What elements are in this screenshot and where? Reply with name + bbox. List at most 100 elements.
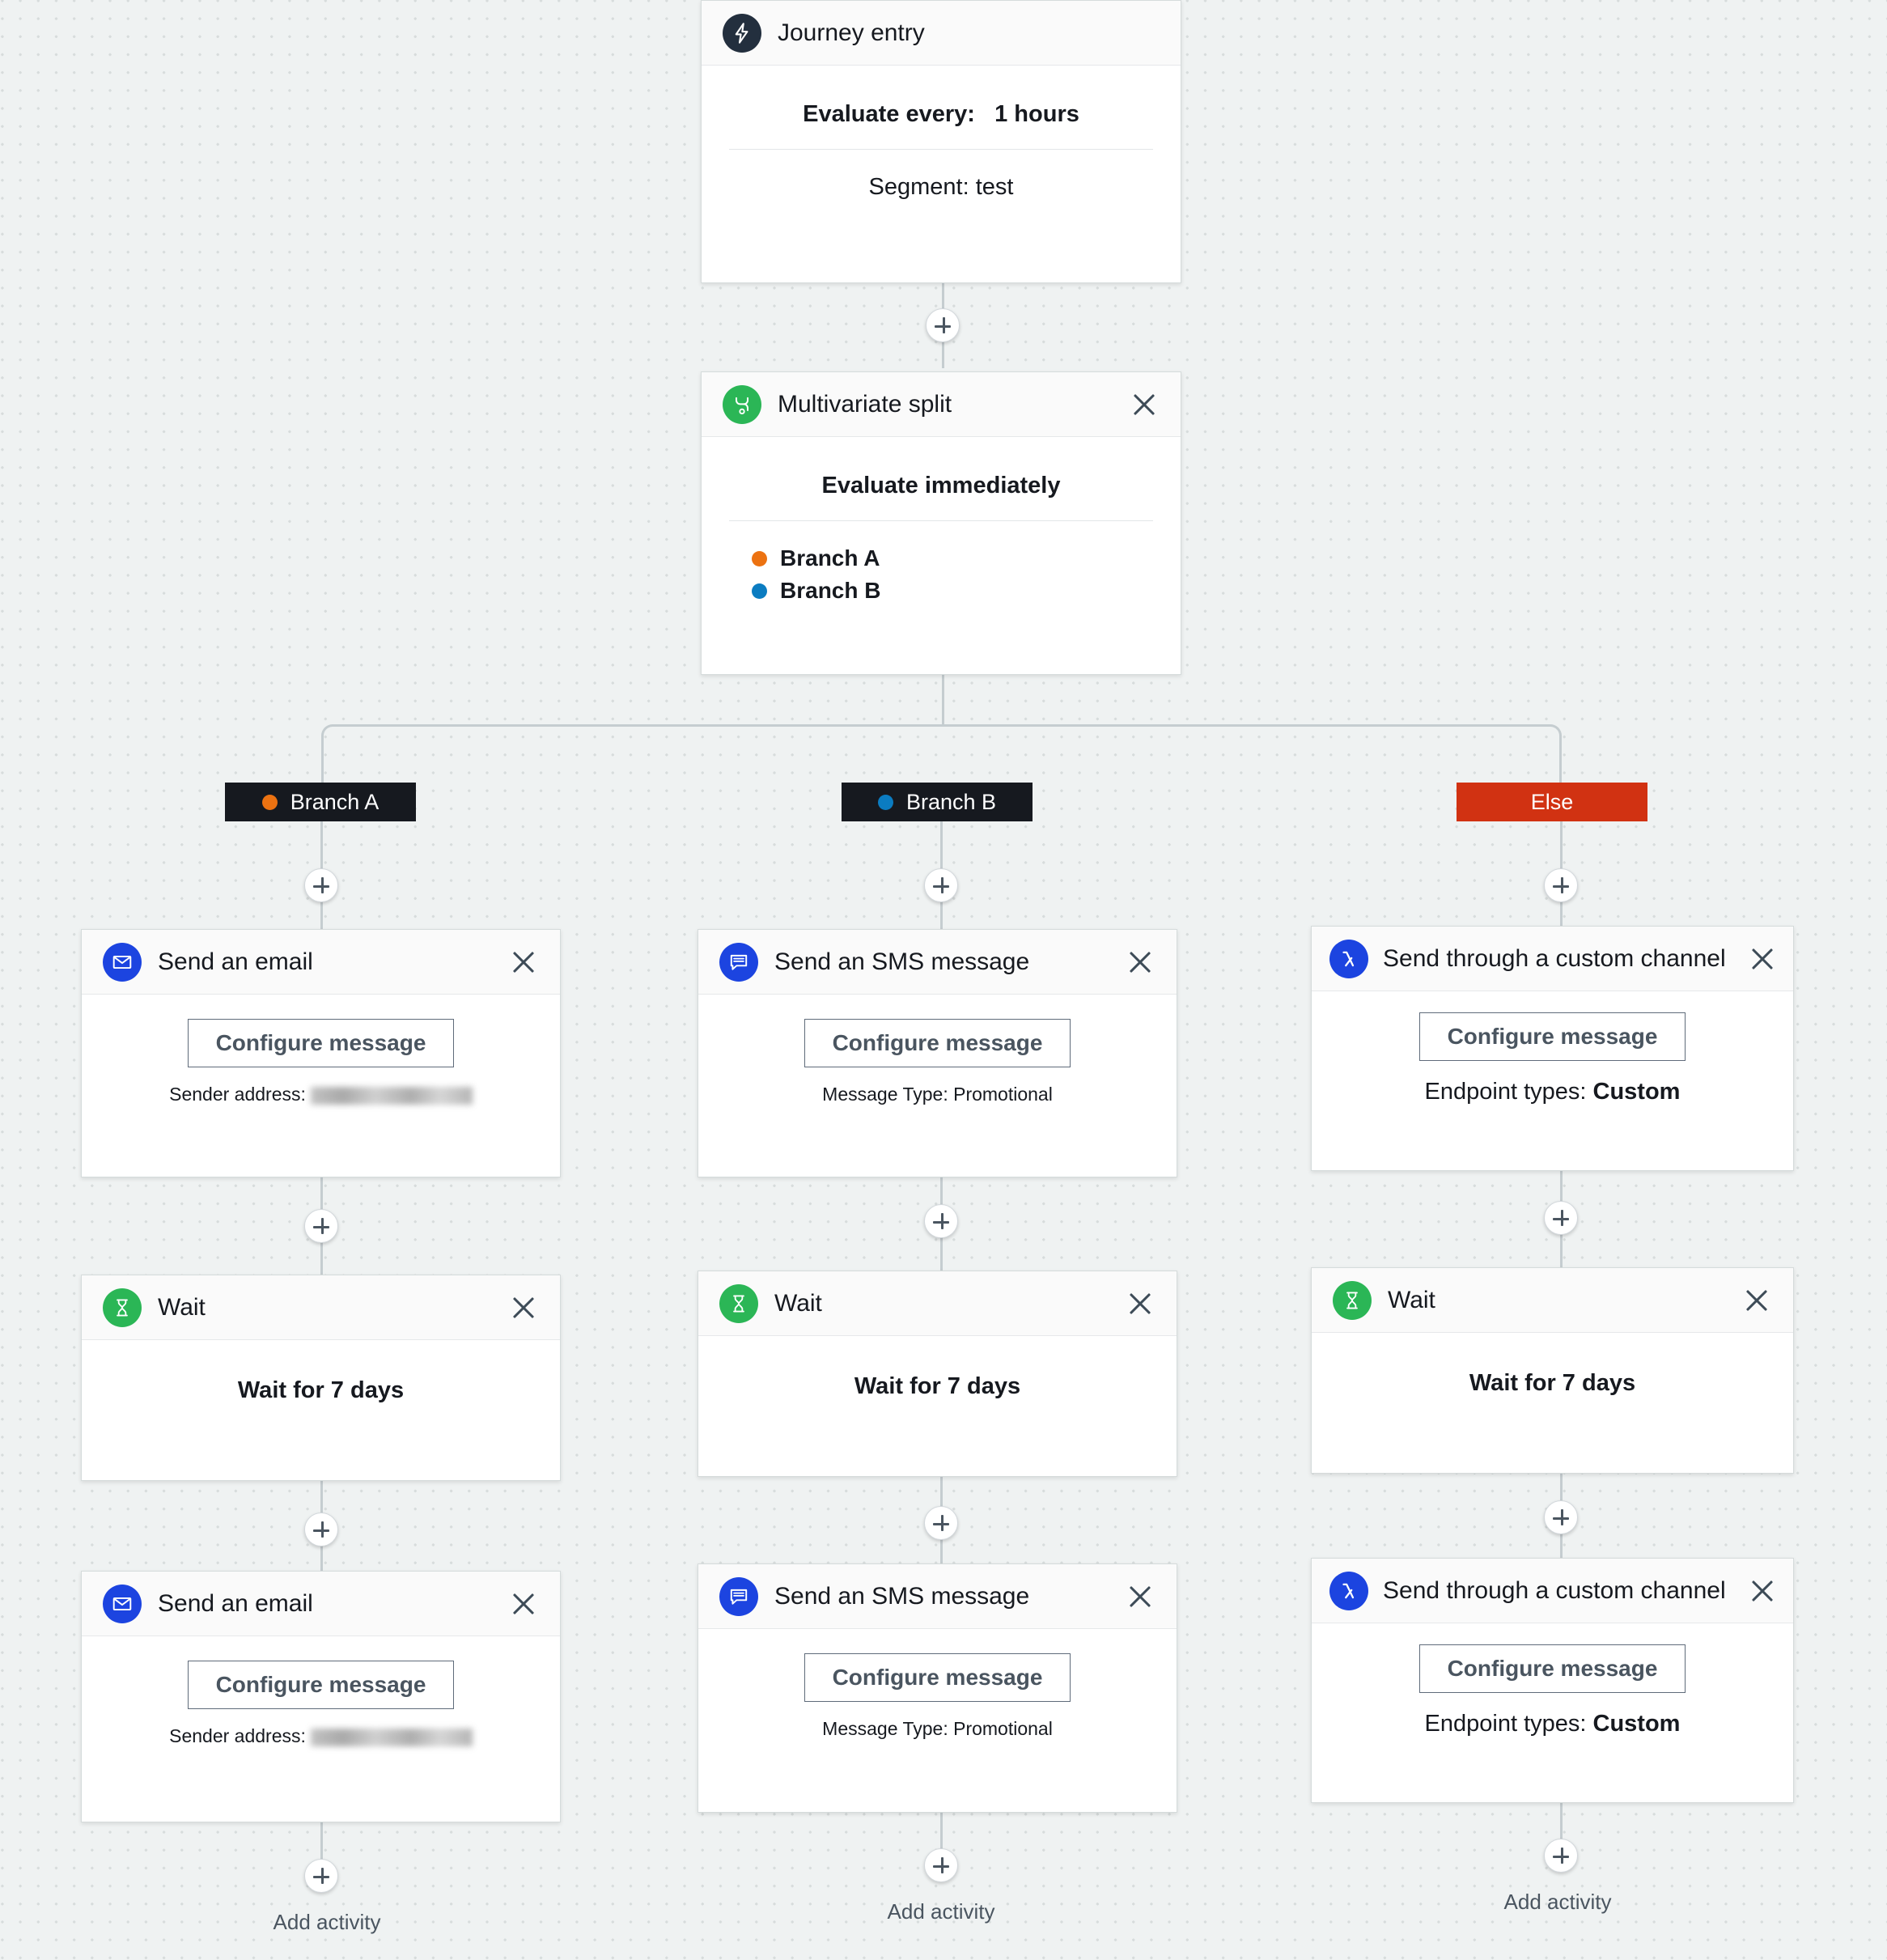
send-custom-channel-card-2[interactable]: Send through a custom channel Configure …: [1311, 1558, 1794, 1803]
configure-message-button[interactable]: Configure message: [804, 1019, 1071, 1067]
close-icon[interactable]: [508, 1589, 539, 1619]
sender-address-value-redacted: [310, 1728, 473, 1746]
legend-item: Branch B: [752, 575, 1158, 607]
send-email-title: Send an email: [158, 1589, 313, 1617]
envelope-icon: [103, 942, 142, 982]
branch-pill-a[interactable]: Branch A: [225, 783, 416, 821]
wait-title: Wait: [774, 1289, 822, 1317]
wait-header: Wait: [698, 1271, 1177, 1336]
wait-title: Wait: [158, 1293, 206, 1321]
send-sms-header: Send an SMS message: [698, 930, 1177, 995]
branch-a-dot: [752, 550, 767, 566]
wait-body: Wait for 7 days: [82, 1340, 560, 1432]
wait-card-col1[interactable]: Wait Wait for 7 days: [81, 1275, 561, 1481]
split-title: Multivariate split: [778, 390, 952, 418]
send-sms-body: Configure message Message Type: Promotio…: [698, 995, 1177, 1133]
journey-entry-title: Journey entry: [778, 19, 925, 46]
add-activity-col3-low[interactable]: [1544, 1500, 1578, 1534]
send-sms-card-1[interactable]: Send an SMS message Configure message Me…: [698, 929, 1177, 1177]
add-activity-label-col2: Add activity: [887, 1899, 995, 1924]
send-custom-body: Configure message Endpoint types: Custom: [1312, 991, 1793, 1133]
lambda-icon: [1329, 939, 1368, 978]
configure-message-button[interactable]: Configure message: [187, 1019, 455, 1067]
split-header: Multivariate split: [702, 372, 1181, 437]
wait-card-col3[interactable]: Wait Wait for 7 days: [1311, 1267, 1794, 1474]
send-email-card-2[interactable]: Send an email Configure message Sender a…: [81, 1571, 561, 1822]
add-activity-col1-top[interactable]: [304, 868, 338, 902]
wait-header: Wait: [82, 1275, 560, 1340]
divider: [729, 149, 1153, 150]
configure-message-button[interactable]: Configure message: [804, 1653, 1071, 1702]
close-icon[interactable]: [1125, 1581, 1156, 1612]
send-email-body: Configure message Sender address:: [82, 995, 560, 1133]
add-activity-col2-mid[interactable]: [924, 1204, 958, 1238]
chat-bubble-icon: [719, 1576, 758, 1616]
endpoint-types-value: Custom: [1592, 1079, 1681, 1105]
wait-body: Wait for 7 days: [1312, 1333, 1793, 1424]
configure-message-button[interactable]: Configure message: [187, 1661, 455, 1709]
send-sms-header: Send an SMS message: [698, 1564, 1177, 1629]
multivariate-split-card[interactable]: Multivariate split Evaluate immediately …: [701, 371, 1181, 675]
branch-pill-b[interactable]: Branch B: [842, 783, 1033, 821]
wait-duration: Wait for 7 days: [1469, 1370, 1636, 1396]
branch-b-label: Branch B: [780, 578, 881, 603]
segment-row: Segment: test: [868, 174, 1014, 200]
evaluate-every-row: Evaluate every: 1 hours: [724, 93, 1158, 149]
wait-body: Wait for 7 days: [698, 1336, 1177, 1428]
hourglass-icon: [103, 1288, 142, 1327]
lambda-icon: [1329, 1571, 1368, 1610]
close-icon[interactable]: [1741, 1285, 1772, 1316]
branch-pill-else[interactable]: Else: [1457, 783, 1647, 821]
send-sms-card-2[interactable]: Send an SMS message Configure message Me…: [698, 1563, 1177, 1813]
send-email-title: Send an email: [158, 948, 313, 975]
close-icon[interactable]: [508, 947, 539, 978]
send-custom-body: Configure message Endpoint types: Custom: [1312, 1623, 1793, 1765]
wait-card-col2[interactable]: Wait Wait for 7 days: [698, 1271, 1177, 1477]
journey-entry-body: Evaluate every: 1 hours Segment: test: [702, 66, 1181, 228]
hourglass-icon: [1333, 1280, 1372, 1320]
wait-title: Wait: [1388, 1286, 1435, 1313]
journey-entry-card[interactable]: Journey entry Evaluate every: 1 hours Se…: [701, 0, 1181, 283]
add-activity-col1-low[interactable]: [304, 1512, 338, 1546]
add-activity-col3-top[interactable]: [1544, 868, 1578, 902]
branch-pill-b-label: Branch B: [905, 789, 997, 814]
add-activity-col2-top[interactable]: [924, 868, 958, 902]
wait-duration: Wait for 7 days: [854, 1373, 1021, 1399]
add-activity-button-col3[interactable]: [1544, 1839, 1578, 1873]
close-icon[interactable]: [508, 1292, 539, 1323]
lightning-bolt-icon: [723, 13, 761, 53]
divider: [729, 520, 1153, 521]
branch-b-dot: [752, 583, 767, 599]
close-icon[interactable]: [1125, 1288, 1156, 1319]
sender-address-note: Sender address:: [104, 1725, 537, 1747]
branch-pill-a-label: Branch A: [290, 789, 380, 814]
chat-bubble-icon: [719, 942, 758, 982]
branch-b-dot: [877, 794, 893, 810]
configure-message-button[interactable]: Configure message: [1418, 1644, 1686, 1693]
configure-message-button[interactable]: Configure message: [1418, 1012, 1686, 1061]
add-activity-button-col1[interactable]: [304, 1859, 338, 1893]
send-email-card-1[interactable]: Send an email Configure message Sender a…: [81, 929, 561, 1177]
split-evaluate: Evaluate immediately: [821, 473, 1061, 498]
wait-duration: Wait for 7 days: [237, 1377, 405, 1403]
message-type-note: Message Type: Promotional: [822, 1718, 1053, 1739]
close-icon[interactable]: [1747, 1576, 1778, 1606]
sender-address-note: Sender address:: [104, 1084, 537, 1105]
hourglass-icon: [719, 1283, 758, 1323]
add-activity-col2-low[interactable]: [924, 1506, 958, 1540]
endpoint-types-note: Endpoint types: Custom: [1334, 1711, 1770, 1737]
branch-pill-else-label: Else: [1530, 789, 1574, 814]
send-custom-channel-card-1[interactable]: Send through a custom channel Configure …: [1311, 926, 1794, 1171]
endpoint-types-label: Endpoint types:: [1424, 1079, 1587, 1105]
add-activity-button-col2[interactable]: [924, 1848, 958, 1882]
endpoint-types-value: Custom: [1592, 1711, 1681, 1737]
journey-canvas: Journey entry Evaluate every: 1 hours Se…: [0, 0, 1887, 1960]
close-icon[interactable]: [1747, 944, 1778, 974]
add-activity-col1-mid[interactable]: [304, 1209, 338, 1243]
close-icon[interactable]: [1129, 389, 1160, 420]
send-custom-title: Send through a custom channel: [1383, 944, 1726, 972]
close-icon[interactable]: [1125, 947, 1156, 978]
add-activity-after-entry[interactable]: [926, 308, 960, 342]
add-activity-col3-mid[interactable]: [1544, 1201, 1578, 1235]
branch-a-label: Branch A: [780, 545, 880, 571]
